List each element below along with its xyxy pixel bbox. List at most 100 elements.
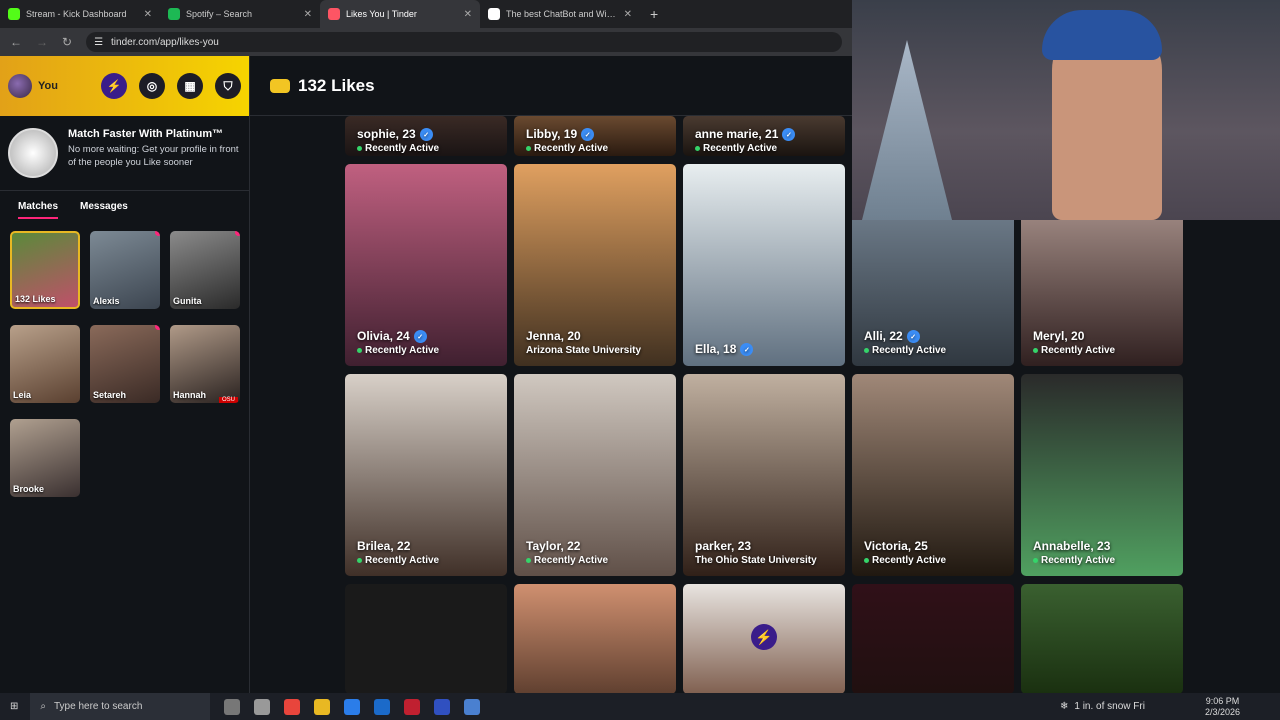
card-info: sophie, 23 ✓ Recently Active [357,127,439,154]
card-sub: Recently Active [357,143,439,154]
like-card[interactable]: Ella, 18 ✓ [683,164,845,366]
url-field[interactable]: ☰ tinder.com/app/likes-you [86,32,842,52]
reload-icon[interactable]: ↻ [62,35,72,49]
like-card[interactable]: Taylor, 22 Recently Active [514,374,676,576]
new-match-dot [155,231,160,236]
windows-start-icon[interactable]: ⊞ [10,701,18,712]
active-dot-icon [864,557,869,563]
platinum-promo[interactable]: Match Faster With Platinum™ No more wait… [0,116,249,191]
chrome-icon[interactable] [284,698,301,715]
briefcase-icon[interactable]: ▦ [177,73,203,99]
weather-text[interactable]: 1 in. of snow Fri [1074,701,1145,712]
verified-icon: ✓ [419,128,433,141]
settings-icon[interactable] [254,698,271,715]
like-card[interactable] [1021,584,1183,694]
obs-icon[interactable] [404,698,421,715]
like-card[interactable] [852,584,1014,694]
tree-icon [862,40,952,220]
profile-label[interactable]: You [38,80,58,92]
tab-matches[interactable]: Matches [18,201,59,219]
match-item[interactable]: Brooke [10,419,80,497]
tab-label: Stream - Kick Dashboard [26,9,127,19]
app2-icon[interactable] [464,698,481,715]
like-card[interactable]: Jenna, 20 Arizona State University [514,164,676,366]
task-view-icon[interactable] [224,698,241,715]
folder-icon[interactable] [314,698,331,715]
like-card[interactable]: Brilea, 22 Recently Active [345,374,507,576]
like-card[interactable]: Olivia, 24 ✓ Recently Active [345,164,507,366]
promo-text: No more waiting: Get your profile in fro… [68,144,239,168]
steam-icon[interactable] [374,698,391,715]
likes-icon [270,78,290,93]
new-match-dot [235,231,240,236]
match-item[interactable]: Leia [10,325,80,403]
explore-icon[interactable]: ◎ [139,73,165,99]
card-sub-text: Recently Active [1041,345,1116,356]
browser-tab[interactable]: The best ChatBot and Widgets ✕ [480,0,640,28]
close-icon[interactable]: ✕ [144,9,152,20]
match-name: 132 Likes [15,294,56,304]
card-sub: Recently Active [357,555,439,566]
close-icon[interactable]: ✕ [304,9,312,20]
weather-icon: ❄ [1059,701,1069,712]
browser-tab[interactable]: Likes You | Tinder ✕ [320,0,480,28]
match-name: Setareh [93,390,127,400]
browser-tab[interactable]: Spotify – Search ✕ [160,0,320,28]
tab-label: Spotify – Search [186,9,253,19]
like-card[interactable]: parker, 23 The Ohio State University [683,374,845,576]
close-icon[interactable]: ✕ [624,9,632,20]
page-title: 132 Likes [298,75,375,95]
avatar[interactable] [8,74,32,98]
address-bar-row: ← → ↻ ☰ tinder.com/app/likes-you [0,28,852,56]
card-sub-text: The Ohio State University [695,555,817,566]
like-card[interactable] [514,584,676,694]
like-card[interactable]: Annabelle, 23 Recently Active [1021,374,1183,576]
browser-tab-bar: Stream - Kick Dashboard ✕ Spotify – Search… [0,0,852,28]
card-sub: Recently Active [864,345,946,356]
site-info-icon[interactable]: ☰ [94,37,103,48]
card-sub: The Ohio State University [695,555,817,566]
card-sub-text: Recently Active [1041,555,1116,566]
browser-tab[interactable]: Stream - Kick Dashboard ✕ [0,0,160,28]
card-name: Meryl, 20 [1033,329,1085,343]
app-icon[interactable] [434,698,451,715]
card-name: Olivia, 24 [357,328,410,343]
like-card[interactable]: sophie, 23 ✓ Recently Active [345,116,507,156]
tab-messages[interactable]: Messages [80,201,128,219]
like-card[interactable]: ⚡ [683,584,845,694]
like-card[interactable] [345,584,507,694]
shield-icon[interactable]: ⛉ [215,73,241,99]
clock[interactable]: 9:06 PM 2/3/2026 [1205,696,1240,718]
match-item[interactable]: Setareh [90,325,160,403]
forward-icon[interactable]: → [36,35,48,49]
new-tab-button[interactable]: + [640,0,668,28]
match-name: Alexis [93,296,120,306]
card-sub: Recently Active [357,345,439,356]
clock-date: 2/3/2026 [1204,706,1240,717]
verified-icon: ✓ [413,330,427,343]
match-name: Hannah [173,390,207,400]
tab-favicon-icon [168,8,180,20]
search-placeholder: Type here to search [54,701,143,712]
store-icon[interactable] [344,698,361,715]
card-name: parker, 23 [695,539,752,553]
promo-title: Match Faster With Platinum™ [68,128,224,140]
active-dot-icon [1033,347,1038,353]
match-name: Brooke [13,484,45,494]
card-info: Taylor, 22 Recently Active [526,539,608,566]
close-icon[interactable]: ✕ [464,9,472,20]
like-card[interactable]: Victoria, 25 Recently Active [852,374,1014,576]
match-item[interactable]: 132 Likes [10,231,80,309]
match-item[interactable]: Alexis [90,231,160,309]
like-card[interactable]: anne marie, 21 ✓ Recently Active [683,116,845,156]
card-sub-text: Recently Active [534,143,609,154]
taskbar-search[interactable]: ⌕ Type here to search [30,693,211,720]
active-dot-icon [357,347,362,353]
back-icon[interactable]: ← [10,35,22,49]
boost-icon[interactable]: ⚡ [101,73,127,99]
match-item[interactable]: Gunita [170,231,240,309]
match-item[interactable]: Hannah OSU [170,325,240,403]
tab-label: The best ChatBot and Widgets [506,9,618,19]
like-card[interactable]: Libby, 19 ✓ Recently Active [514,116,676,156]
card-sub: Recently Active [526,555,608,566]
